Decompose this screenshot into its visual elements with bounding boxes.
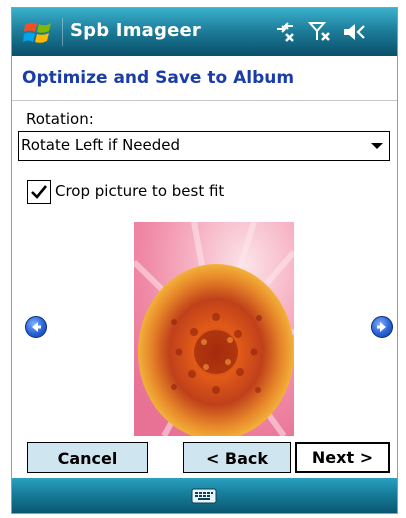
title-separator bbox=[62, 18, 63, 46]
back-button[interactable]: < Back bbox=[183, 442, 291, 473]
dropdown-arrow-icon[interactable] bbox=[371, 143, 383, 149]
next-button[interactable]: Next > bbox=[295, 442, 390, 473]
rotation-label: Rotation: bbox=[26, 110, 94, 128]
arrow-left-circle-icon[interactable] bbox=[25, 316, 47, 338]
checkmark-icon bbox=[31, 185, 48, 199]
app-title: Spb Imageer bbox=[70, 20, 201, 41]
cancel-button[interactable]: Cancel bbox=[27, 442, 148, 473]
photo-preview bbox=[134, 222, 294, 436]
crop-checkbox-label: Crop picture to best fit bbox=[55, 182, 225, 200]
crop-checkbox[interactable] bbox=[27, 180, 51, 204]
rotation-dropdown[interactable]: Rotate Left if Needed bbox=[18, 131, 390, 161]
page-heading-bar: Optimize and Save to Album bbox=[12, 56, 397, 101]
windows-start-icon[interactable] bbox=[22, 17, 54, 47]
signal-off-icon[interactable] bbox=[307, 20, 332, 44]
arrow-right-circle-icon[interactable] bbox=[371, 316, 393, 338]
title-bar: Spb Imageer bbox=[12, 8, 397, 56]
bottom-bar bbox=[12, 478, 397, 513]
page-title: Optimize and Save to Album bbox=[22, 68, 295, 88]
connectivity-icon[interactable] bbox=[274, 20, 296, 44]
device-screen: Spb Imageer Optimize and Save to Album R… bbox=[11, 7, 398, 514]
keyboard-icon[interactable] bbox=[191, 488, 217, 508]
rotation-selected-value: Rotate Left if Needed bbox=[21, 136, 181, 154]
speaker-mute-icon[interactable] bbox=[342, 20, 368, 44]
